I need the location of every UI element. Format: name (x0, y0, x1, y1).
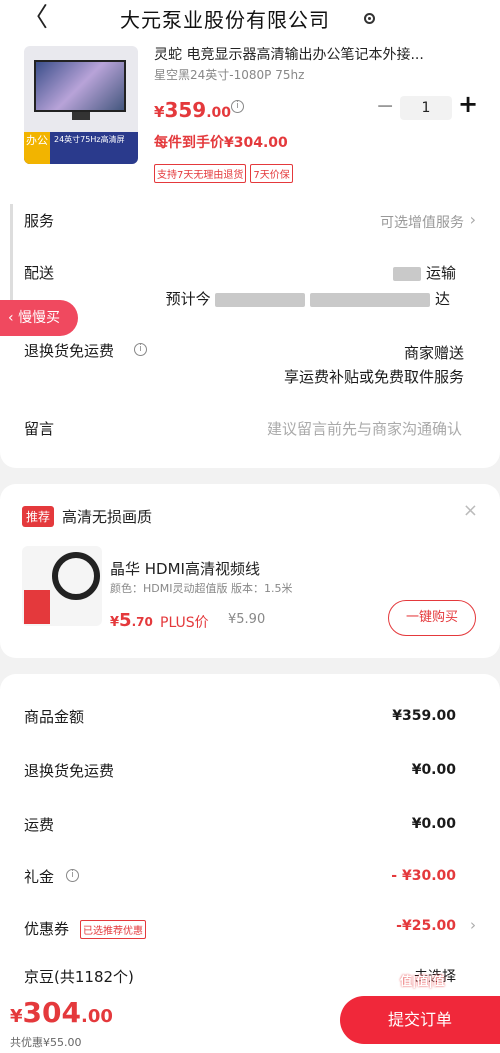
one-click-buy-button[interactable]: 一键购买 (388, 600, 476, 636)
slow-buy-button[interactable]: ‹ 慢慢买 (0, 300, 78, 336)
summary-value: - ¥30.00 (391, 868, 456, 884)
recommend-thumbnail[interactable] (22, 546, 102, 626)
note-input[interactable]: 建议留言前先与商家沟通确认 (267, 418, 462, 439)
info-icon[interactable]: i (134, 343, 147, 356)
delivery-label: 配送 (24, 264, 55, 282)
plus-price-label: PLUS价 (160, 615, 209, 631)
redacted-text (215, 292, 306, 307)
summary-label: 退换货免运费 (24, 762, 115, 780)
info-icon[interactable]: i (66, 869, 79, 882)
price-currency: ¥ (110, 615, 120, 630)
return-policy-tag: 支持7天无理由退货 (154, 164, 247, 183)
price-protection-tag: 7天价保 (250, 164, 293, 183)
monitor-screen-image (34, 60, 126, 112)
return-shipping-label: 退换货免运费 (24, 342, 115, 360)
recommend-price: ¥5.70 (110, 610, 153, 631)
summary-label: 商品金额 (24, 708, 85, 726)
recommend-card: 推荐 高清无损画质 × 晶华 HDMI高清视频线 颜色：HDMI灵动超值版 版本… (0, 484, 500, 658)
quantity-plus-button[interactable]: + (458, 90, 478, 118)
total-savings[interactable]: 共优惠¥55.00 (10, 1034, 82, 1050)
redacted-text (393, 266, 422, 281)
delivery-method[interactable]: 运输 (393, 262, 456, 283)
price-decimal: .00 (206, 105, 231, 121)
bottom-bar: ¥304.00 共优惠¥55.00 提交订单 (0, 988, 500, 1053)
price-decimal: .70 (131, 615, 153, 629)
watermark: 值|值|值 (400, 974, 445, 988)
service-value[interactable]: 可选增值服务 (380, 212, 464, 232)
thumbnail-badge (24, 590, 50, 624)
product-tags: 支持7天无理由退货 7天价保 (154, 164, 293, 183)
delivery-line1: 运输 (425, 264, 456, 282)
delivery-estimate: 预计今 达 (166, 288, 450, 309)
back-arrow-icon[interactable]: 〈 (22, 4, 48, 32)
thumbnail-text: 24英寸75Hz高清屏 (54, 135, 125, 144)
delivery-line2a: 预计今 (165, 290, 211, 308)
final-unit-price: 每件到手价¥304.00 (154, 135, 288, 151)
summary-label: 京豆(共1182个) (24, 968, 134, 986)
quantity-minus-button[interactable]: − (376, 94, 394, 119)
recommend-title: 高清无损画质 (62, 508, 153, 526)
price-integer: 359 (164, 98, 207, 122)
slow-buy-label: 慢慢买 (18, 310, 61, 326)
plus-price-value: ¥5.90 (228, 612, 266, 627)
summary-label: 优惠券 (24, 920, 70, 938)
quantity-input[interactable]: 1 (400, 96, 452, 120)
summary-value: ¥0.00 (411, 762, 456, 778)
recommend-name[interactable]: 晶华 HDMI高清视频线 (110, 558, 260, 579)
price-integer: 5 (119, 610, 132, 631)
product-card: 办公 24英寸75Hz高清屏 灵蛇 电竞显示器高清输出办公笔记本外接... 星空… (0, 38, 500, 468)
price-currency: ¥ (154, 103, 165, 121)
summary-label: 运费 (24, 816, 55, 834)
monitor-stand-image (72, 112, 90, 120)
return-shipping-value2: 享运费补贴或免费取件服务 (283, 368, 464, 386)
page-title: 大元泵业股份有限公司 (120, 8, 330, 32)
recommend-spec: 颜色：HDMI灵动超值版 版本：1.5米 (110, 582, 293, 595)
summary-value: ¥359.00 (392, 708, 456, 724)
location-pin-icon[interactable] (364, 13, 375, 24)
chevron-right-icon[interactable]: › (470, 210, 476, 229)
price-decimal: .00 (80, 1006, 113, 1027)
price-currency: ¥ (10, 1006, 23, 1027)
return-shipping-value1: 商家赠送 (403, 344, 464, 362)
product-name[interactable]: 灵蛇 电竞显示器高清输出办公笔记本外接... (154, 44, 480, 64)
summary-value[interactable]: -¥25.00 (396, 918, 456, 934)
product-spec[interactable]: 星空黑24英寸-1080P 75hz (154, 66, 304, 83)
recommend-badge: 推荐 (22, 506, 55, 527)
thumbnail-tag: 办公 (24, 132, 50, 164)
hdmi-cable-image (52, 552, 100, 600)
chevron-right-icon[interactable]: › (470, 916, 476, 934)
price-info-icon[interactable]: i (231, 100, 244, 113)
product-thumbnail[interactable]: 办公 24英寸75Hz高清屏 (24, 46, 138, 164)
divider-bar (10, 204, 13, 258)
summary-value: ¥0.00 (411, 816, 456, 832)
product-price: ¥359.00 (154, 98, 231, 122)
price-integer: 304 (22, 996, 81, 1029)
note-label: 留言 (24, 420, 55, 438)
redacted-text (310, 292, 431, 307)
order-total: ¥304.00 (10, 996, 113, 1029)
submit-order-button[interactable]: 提交订单 (340, 996, 500, 1044)
summary-label: 礼金 (24, 868, 55, 886)
coupon-recommend-tag: 已选推荐优惠 (80, 920, 146, 939)
header-bar: 〈 大元泵业股份有限公司 (0, 0, 500, 38)
service-label: 服务 (24, 212, 55, 230)
delivery-line2b: 达 (434, 290, 450, 308)
close-icon[interactable]: × (463, 500, 478, 521)
